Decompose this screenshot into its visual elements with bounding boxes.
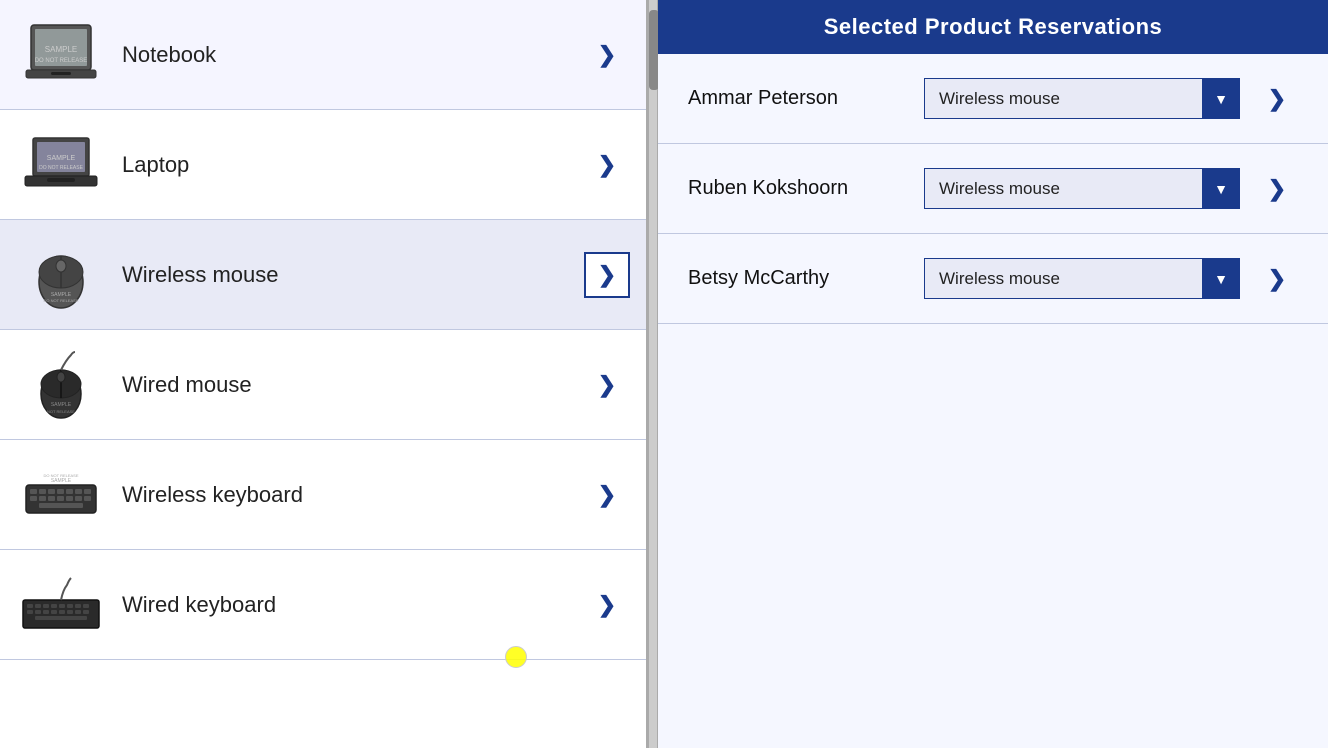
svg-text:DO NOT RELEASE: DO NOT RELEASE (39, 165, 83, 171)
wired-mouse-icon: SAMPLE NOT RELEASE (16, 345, 106, 425)
wireless-keyboard-chevron-button[interactable]: ❯ (584, 472, 630, 518)
product-item-wired-mouse[interactable]: SAMPLE NOT RELEASE Wired mouse ❯ (0, 330, 646, 440)
reservation-name-ammar: Ammar Peterson (688, 87, 908, 110)
notebook-icon: SAMPLE DO NOT RELEASE (16, 15, 106, 95)
product-select-wrapper-betsy: Wireless mouse Notebook Laptop Wired mou… (924, 258, 1240, 299)
reservation-row-betsy: Betsy McCarthy Wireless mouse Notebook L… (658, 234, 1328, 324)
reservation-name-ruben: Ruben Kokshoorn (688, 177, 908, 200)
wired-mouse-chevron-button[interactable]: ❯ (584, 362, 630, 408)
reservation-list: Ammar Peterson Wireless mouse Notebook L… (658, 54, 1328, 748)
product-select-ruben[interactable]: Wireless mouse Notebook Laptop Wired mou… (924, 168, 1240, 209)
scrollbar[interactable] (648, 0, 658, 748)
wired-keyboard-chevron-button[interactable]: ❯ (584, 582, 630, 628)
svg-text:SAMPLE: SAMPLE (45, 45, 77, 54)
svg-text:SAMPLE: SAMPLE (51, 478, 72, 484)
panel-header: Selected Product Reservations (658, 0, 1328, 54)
product-name-notebook: Notebook (122, 42, 584, 68)
product-item-wireless-keyboard[interactable]: SAMPLE DO NOT RELEASE Wireless keyboard … (0, 440, 646, 550)
right-panel: Selected Product Reservations Ammar Pete… (658, 0, 1328, 748)
product-select-ammar[interactable]: Wireless mouse Notebook Laptop Wired mou… (924, 78, 1240, 119)
chevron-right-icon: ❯ (1268, 86, 1286, 112)
notebook-chevron-button[interactable]: ❯ (584, 32, 630, 78)
product-list: SAMPLE DO NOT RELEASE Notebook ❯ SAMPLE … (0, 0, 648, 748)
product-select-wrapper-ruben: Wireless mouse Notebook Laptop Wired mou… (924, 168, 1240, 209)
panel-title: Selected Product Reservations (824, 14, 1163, 39)
chevron-right-icon: ❯ (598, 482, 616, 508)
reservation-chevron-ruben[interactable]: ❯ (1256, 168, 1298, 210)
svg-text:SAMPLE: SAMPLE (51, 402, 72, 408)
chevron-right-icon: ❯ (1268, 176, 1286, 202)
product-name-wired-mouse: Wired mouse (122, 372, 584, 398)
product-name-laptop: Laptop (122, 152, 584, 178)
product-item-wired-keyboard[interactable]: Wired keyboard ❯ (0, 550, 646, 660)
product-name-wireless-mouse: Wireless mouse (122, 262, 584, 288)
reservation-chevron-ammar[interactable]: ❯ (1256, 78, 1298, 120)
svg-text:DO NOT RELEASE: DO NOT RELEASE (35, 58, 88, 64)
wireless-mouse-chevron-button[interactable]: ❯ (584, 252, 630, 298)
laptop-icon: SAMPLE DO NOT RELEASE (16, 125, 106, 205)
reservation-name-betsy: Betsy McCarthy (688, 267, 908, 290)
svg-text:NOT RELEASE: NOT RELEASE (47, 409, 75, 414)
product-item-wireless-mouse[interactable]: SAMPLE DO NOT RELEASE Wireless mouse ❯ (0, 220, 646, 330)
reservation-row-ruben: Ruben Kokshoorn Wireless mouse Notebook … (658, 144, 1328, 234)
svg-text:DO NOT RELEASE: DO NOT RELEASE (43, 298, 78, 303)
chevron-right-icon: ❯ (1268, 266, 1286, 292)
chevron-right-icon: ❯ (598, 42, 616, 68)
product-item-notebook[interactable]: SAMPLE DO NOT RELEASE Notebook ❯ (0, 0, 646, 110)
svg-text:SAMPLE: SAMPLE (47, 155, 76, 162)
chevron-right-icon: ❯ (598, 152, 616, 178)
product-select-wrapper-ammar: Wireless mouse Notebook Laptop Wired mou… (924, 78, 1240, 119)
wireless-mouse-icon: SAMPLE DO NOT RELEASE (16, 235, 106, 315)
product-item-laptop[interactable]: SAMPLE DO NOT RELEASE Laptop ❯ (0, 110, 646, 220)
wireless-keyboard-icon: SAMPLE DO NOT RELEASE (16, 455, 106, 535)
product-name-wireless-keyboard: Wireless keyboard (122, 482, 584, 508)
chevron-right-icon: ❯ (598, 262, 616, 288)
svg-text:DO NOT RELEASE: DO NOT RELEASE (43, 473, 78, 478)
chevron-right-icon: ❯ (598, 592, 616, 618)
product-select-betsy[interactable]: Wireless mouse Notebook Laptop Wired mou… (924, 258, 1240, 299)
wired-keyboard-icon (16, 565, 106, 645)
product-name-wired-keyboard: Wired keyboard (122, 592, 584, 618)
chevron-right-icon: ❯ (598, 372, 616, 398)
reservation-chevron-betsy[interactable]: ❯ (1256, 258, 1298, 300)
laptop-chevron-button[interactable]: ❯ (584, 142, 630, 188)
reservation-row-ammar: Ammar Peterson Wireless mouse Notebook L… (658, 54, 1328, 144)
